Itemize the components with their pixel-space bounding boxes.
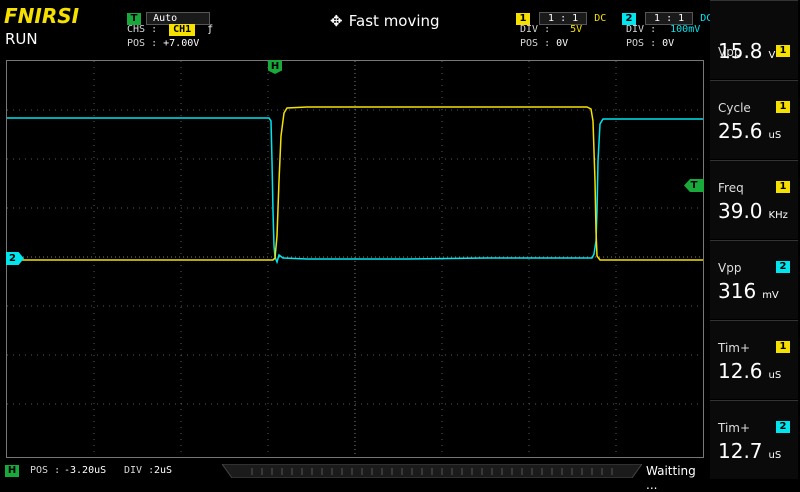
- ch2-settings-row[interactable]: 2 1 : 1 DC: [622, 6, 712, 25]
- trigger-source-label: CHS :: [127, 24, 158, 35]
- mode-center-label: Fast moving: [348, 12, 440, 30]
- measurement-unit: mV: [762, 290, 779, 301]
- ch2-pos-label: POS :: [626, 38, 657, 49]
- measurement-label: Vpp: [718, 261, 742, 275]
- timebase-scroll-ruler[interactable]: [222, 464, 642, 478]
- measurement-channel-badge: 2: [776, 421, 790, 433]
- trigger-edge-icon: ƒ: [207, 24, 214, 35]
- measurement-value: 15.8: [718, 39, 763, 63]
- fast-moving-indicator[interactable]: ✥ Fast moving: [330, 12, 440, 30]
- footer-div-value[interactable]: 2uS: [154, 465, 172, 476]
- measurement-value: 12.6: [718, 359, 763, 383]
- measurement-unit: KHz: [768, 210, 788, 221]
- measurement-label: Tim+: [718, 421, 751, 435]
- measurement-value: 12.7: [718, 439, 763, 463]
- measurement-value-row: 12.7 uS: [718, 439, 781, 463]
- trigger-pos-label: POS :: [127, 38, 158, 49]
- footer-pos-value[interactable]: -3.20uS: [64, 465, 106, 476]
- ch2-pos-row: POS : 0V: [626, 38, 674, 49]
- measurement-channel-badge: 2: [776, 261, 790, 273]
- measurement-value: 39.0: [718, 199, 763, 223]
- footer-h-badge: H: [5, 465, 19, 477]
- measurement-value-row: 12.6 uS: [718, 359, 781, 383]
- move-icon: ✥: [330, 12, 343, 30]
- acquisition-status: Waitting ...: [646, 464, 696, 492]
- waveform-display[interactable]: [6, 60, 704, 458]
- ch1-div-row: DIV : 5V: [520, 24, 582, 35]
- measurement-unit: V: [768, 50, 776, 61]
- trigger-pos-row[interactable]: POS : +7.00V: [127, 38, 199, 49]
- measurement-label: Freq: [718, 181, 744, 195]
- measurement-label: Cycle: [718, 101, 751, 115]
- measurement-value-row: 15.8 V: [718, 39, 775, 63]
- trigger-mode-row[interactable]: T Auto: [127, 6, 211, 25]
- measurement-value-row: 25.6 uS: [718, 119, 781, 143]
- measurement-panel-6[interactable]: Tim+ 2 12.7 uS: [710, 400, 798, 479]
- measurement-value-row: 39.0 KHz: [718, 199, 788, 223]
- measurement-channel-badge: 1: [776, 45, 790, 57]
- ch1-div-value: 5V: [570, 24, 583, 35]
- brand-logo: FNIRSI: [4, 4, 80, 28]
- waveform-svg: [7, 61, 703, 457]
- ch1-pos-label: POS :: [520, 38, 551, 49]
- measurement-panel-2[interactable]: Cycle 1 25.6 uS: [710, 80, 798, 159]
- ch1-coupling[interactable]: DC: [594, 13, 606, 24]
- measurement-channel-badge: 1: [776, 181, 790, 193]
- trigger-pos-value: +7.00V: [163, 38, 200, 49]
- footer-div-label: DIV :: [124, 465, 155, 476]
- measurement-channel-badge: 1: [776, 101, 790, 113]
- measurement-panel-1[interactable]: Vpp 1 15.8 V: [710, 0, 798, 79]
- run-state[interactable]: RUN: [5, 30, 38, 48]
- measurement-unit: uS: [768, 130, 782, 141]
- ch1-pos-row: POS : 0V: [520, 38, 568, 49]
- ch2-div-value: 100mV: [670, 24, 701, 35]
- trigger-source[interactable]: CH1: [169, 24, 196, 36]
- footer-pos-label: POS :: [30, 465, 61, 476]
- ch1-pos-value: 0V: [556, 38, 569, 49]
- measurement-panel-4[interactable]: Vpp 2 316 mV: [710, 240, 798, 319]
- measurement-unit: uS: [768, 450, 782, 461]
- trigger-source-row[interactable]: CHS : CH1 ƒ: [127, 24, 213, 36]
- ch1-settings-row[interactable]: 1 1 : 1 DC: [516, 6, 606, 25]
- bottom-status-bar: H POS : -3.20uS DIV : 2uS Waitting ...: [0, 462, 710, 492]
- measurement-unit: uS: [768, 370, 782, 381]
- ch1-div-label: DIV :: [520, 24, 551, 35]
- measurement-panel-5[interactable]: Tim+ 1 12.6 uS: [710, 320, 798, 399]
- measurement-channel-badge: 1: [776, 341, 790, 353]
- measurement-value-row: 316 mV: [718, 279, 779, 303]
- ch2-div-row: DIV : 100mV: [626, 24, 700, 35]
- measurement-label: Tim+: [718, 341, 751, 355]
- measurement-panel-3[interactable]: Freq 1 39.0 KHz: [710, 160, 798, 239]
- ch2-pos-value: 0V: [662, 38, 675, 49]
- measurement-value: 25.6: [718, 119, 763, 143]
- ch2-div-label: DIV :: [626, 24, 657, 35]
- measurement-value: 316: [718, 279, 757, 303]
